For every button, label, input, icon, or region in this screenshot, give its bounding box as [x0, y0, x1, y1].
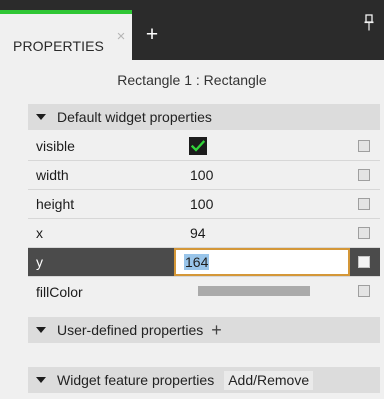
section-label: Widget feature properties — [57, 372, 215, 388]
section-widget-feature-properties[interactable]: Widget feature properties Add/Remove — [28, 367, 380, 393]
property-row-y[interactable]: y 164 — [28, 248, 380, 277]
row-checkbox[interactable] — [358, 140, 370, 152]
property-name: fillColor — [36, 283, 83, 300]
add-remove-button[interactable]: Add/Remove — [224, 370, 314, 390]
tab-label: PROPERTIES — [13, 38, 104, 54]
row-checkbox[interactable] — [358, 285, 370, 297]
chevron-down-icon — [36, 114, 46, 120]
check-icon — [191, 140, 205, 152]
property-row-x[interactable]: x 94 — [28, 219, 380, 248]
section-label: Default widget properties — [57, 109, 212, 125]
tab-properties[interactable]: PROPERTIES × — [0, 10, 132, 60]
row-checkbox[interactable] — [358, 227, 370, 239]
property-name: height — [36, 196, 75, 212]
properties-panel: PROPERTIES × + Rectangle 1 : Rectangle D… — [0, 0, 384, 399]
row-checkbox[interactable] — [358, 198, 370, 210]
property-name: width — [36, 167, 69, 183]
property-value — [174, 132, 350, 160]
tab-bar: PROPERTIES × + — [0, 0, 384, 60]
plus-icon[interactable]: + — [211, 321, 222, 339]
chevron-down-icon — [36, 377, 46, 383]
pin-icon[interactable] — [363, 14, 375, 32]
property-name: x — [36, 225, 43, 241]
property-value[interactable]: 100 — [174, 161, 350, 189]
plus-icon[interactable]: + — [142, 24, 162, 46]
chevron-down-icon — [36, 327, 46, 333]
section-default-widget-properties[interactable]: Default widget properties — [28, 104, 380, 130]
property-table: visible width 100 height 100 x 94 y 164 … — [28, 132, 380, 306]
property-name: visible — [36, 138, 75, 154]
section-user-defined-properties[interactable]: User-defined properties + — [28, 317, 380, 343]
property-value — [174, 277, 350, 305]
property-name: y — [36, 254, 43, 270]
property-row-height[interactable]: height 100 — [28, 190, 380, 219]
row-checkbox[interactable] — [358, 169, 370, 181]
property-value: 164 — [174, 248, 350, 276]
property-row-visible[interactable]: visible — [28, 132, 380, 161]
section-label: User-defined properties — [57, 322, 204, 338]
property-value[interactable]: 94 — [174, 219, 350, 247]
visible-checkbox[interactable] — [189, 137, 207, 155]
property-row-fillcolor[interactable]: fillColor — [28, 277, 380, 306]
selected-value-text: 164 — [184, 254, 210, 270]
selection-title: Rectangle 1 : Rectangle — [117, 72, 267, 88]
property-row-width[interactable]: width 100 — [28, 161, 380, 190]
row-checkbox[interactable] — [358, 256, 370, 268]
fill-color-swatch[interactable] — [198, 286, 310, 296]
property-value[interactable]: 100 — [174, 190, 350, 218]
close-icon[interactable]: × — [114, 29, 128, 44]
y-value-input[interactable]: 164 — [174, 248, 350, 276]
